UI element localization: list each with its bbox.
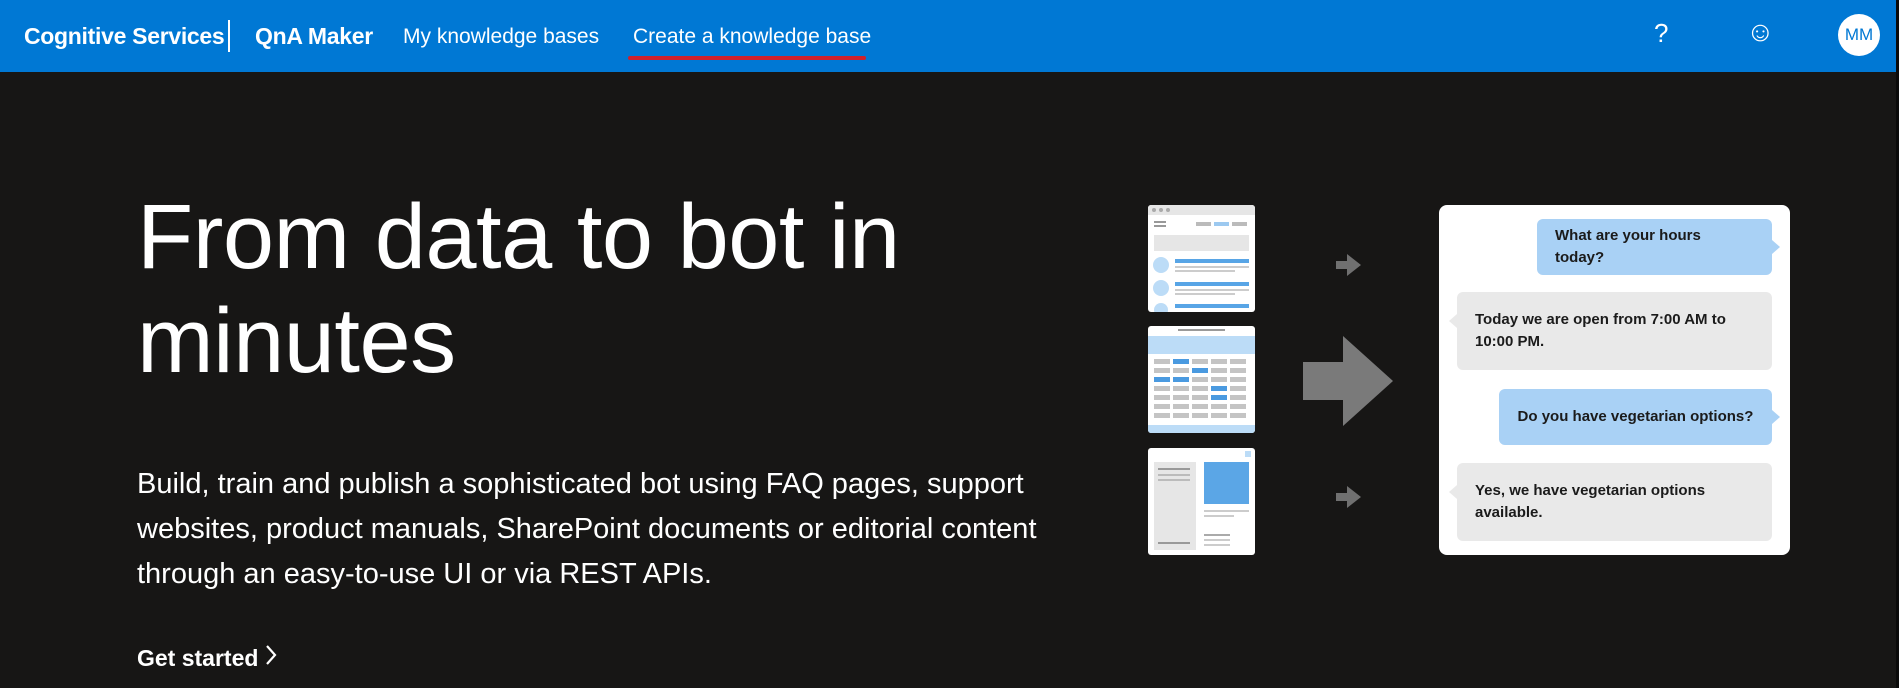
- bot-message: Yes, we have vegetarian options availabl…: [1449, 463, 1772, 541]
- faq-page-thumbnail: [1148, 205, 1255, 312]
- brand-divider: [228, 20, 230, 52]
- product-manual-thumbnail: [1148, 448, 1255, 555]
- table-document-thumbnail: [1148, 326, 1255, 433]
- arrow-right-icon: [1336, 254, 1361, 276]
- chat-conversation-card: What are your hours today? Today we are …: [1439, 205, 1790, 555]
- user-message: Do you have vegetarian options?: [1499, 389, 1780, 445]
- active-nav-underline: [628, 56, 866, 60]
- hero-description: Build, train and publish a sophisticated…: [137, 468, 1037, 590]
- feedback-smiley-icon[interactable]: ☺: [1746, 16, 1775, 48]
- user-message: What are your hours today?: [1537, 219, 1780, 275]
- top-navigation-bar: Cognitive Services QnA Maker My knowledg…: [0, 0, 1896, 72]
- bot-message: Today we are open from 7:00 AM to 10:00 …: [1449, 292, 1772, 370]
- user-avatar[interactable]: MM: [1838, 14, 1880, 56]
- help-icon[interactable]: ?: [1654, 18, 1668, 49]
- get-started-link[interactable]: Get started: [137, 644, 278, 672]
- arrow-right-icon: [1336, 486, 1361, 508]
- get-started-label: Get started: [137, 645, 259, 671]
- hero-title: From data to bot in minutes: [137, 186, 900, 392]
- product-name[interactable]: QnA Maker: [255, 23, 373, 50]
- nav-create-knowledge-base[interactable]: Create a knowledge base: [633, 25, 871, 49]
- large-arrow-right-icon: [1303, 336, 1393, 426]
- nav-my-knowledge-bases[interactable]: My knowledge bases: [403, 25, 599, 49]
- chevron-right-icon: [264, 644, 278, 672]
- brand-name[interactable]: Cognitive Services: [24, 23, 225, 50]
